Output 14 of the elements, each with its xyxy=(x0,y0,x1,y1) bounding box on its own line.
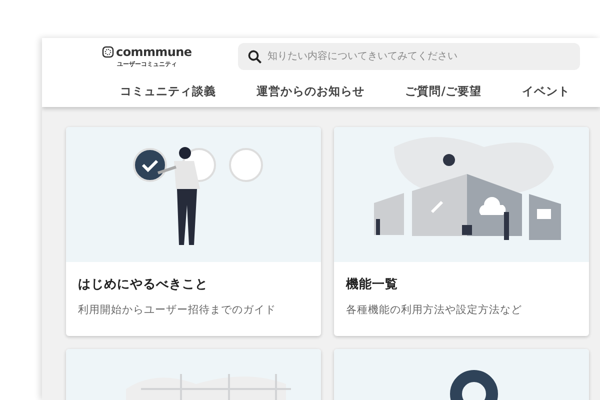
search-field[interactable]: 知りたい内容についてきいてみてください xyxy=(238,43,580,70)
card-description: 各種機能の利用方法や設定方法など xyxy=(346,303,523,317)
map-pin-drawing xyxy=(450,370,498,400)
nav-link[interactable]: 運営からのお知らせ xyxy=(256,84,365,99)
card-title: はじめにやるべきこと xyxy=(78,276,209,293)
card-title: 機能一覧 xyxy=(346,276,399,293)
nav-link[interactable]: イベント xyxy=(522,84,570,99)
logo-name: commmune xyxy=(116,44,192,58)
card[interactable]: はじめにやるべきこと 利用開始からユーザー招待までのガイド xyxy=(66,127,321,336)
card[interactable]: 機能一覧 各種機能の利用方法や設定方法など xyxy=(334,127,589,336)
nav-link[interactable]: コミュニティ談義 xyxy=(120,84,216,99)
logo-icon xyxy=(102,46,114,58)
card-description: 利用開始からユーザー招待までのガイド xyxy=(78,303,277,317)
nav-link[interactable]: ご質問/ご要望 xyxy=(405,84,482,99)
